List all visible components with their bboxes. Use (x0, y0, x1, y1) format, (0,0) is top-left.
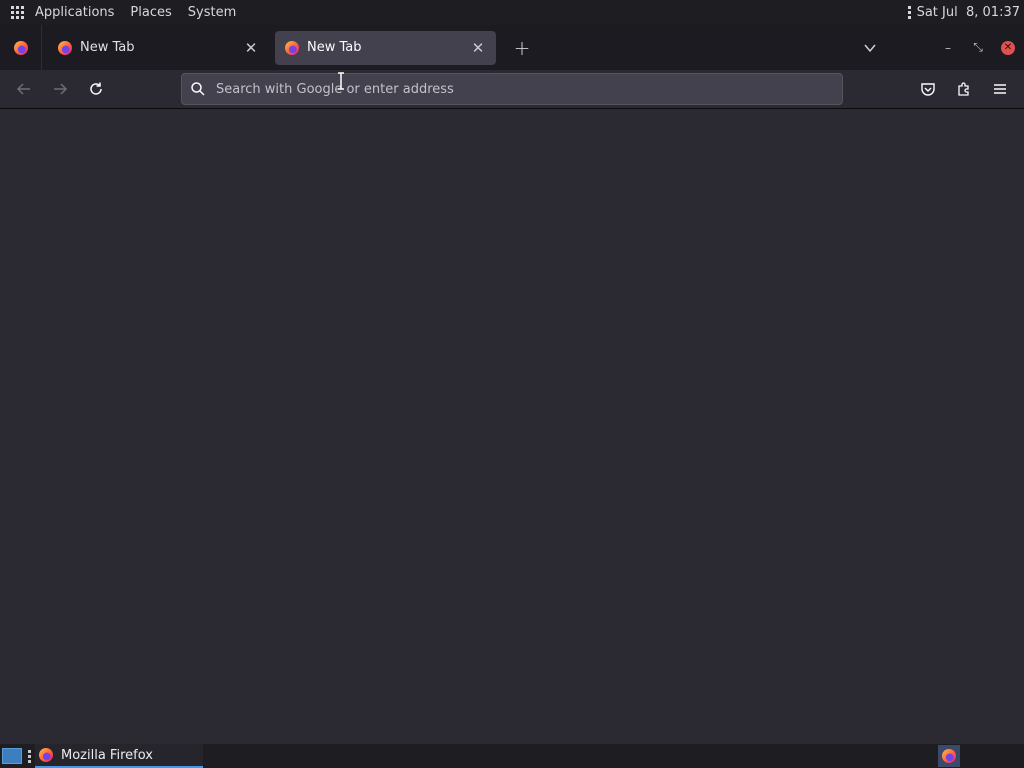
menu-system[interactable]: System (188, 5, 236, 20)
tab-label: New Tab (307, 40, 362, 55)
search-input[interactable] (216, 81, 842, 97)
chevron-down-icon[interactable] (863, 41, 877, 55)
reload-icon[interactable] (78, 74, 114, 104)
tab-strip: New Tab ✕ New Tab ✕ + – ⤡ ✕ (0, 25, 1024, 70)
page-content[interactable] (0, 109, 1024, 744)
system-top-panel: Applications Places System Sat Jul 8, 01… (0, 0, 1024, 25)
tab-label: New Tab (80, 40, 135, 55)
show-desktop-button[interactable] (2, 748, 22, 764)
pocket-icon[interactable] (910, 74, 946, 104)
minimize-icon[interactable]: – (933, 41, 963, 55)
panel-handle-icon (907, 6, 911, 19)
workspace-switcher[interactable] (938, 745, 960, 767)
forward-icon[interactable] (42, 74, 78, 104)
close-icon[interactable]: ✕ (470, 39, 486, 57)
firefox-icon (285, 40, 299, 55)
clock-area[interactable]: Sat Jul 8, 01:37 (907, 5, 1020, 20)
firefox-icon (39, 748, 53, 762)
url-bar[interactable] (181, 73, 843, 105)
restore-icon[interactable]: ⤡ (963, 40, 993, 55)
close-icon[interactable]: ✕ (243, 39, 259, 57)
clock[interactable]: Sat Jul 8, 01:37 (917, 5, 1020, 20)
menu-icon[interactable] (982, 74, 1018, 104)
nav-toolbar (0, 70, 1024, 109)
bottom-taskbar: Mozilla Firefox (0, 744, 1024, 768)
firefox-view-button[interactable] (0, 25, 42, 70)
taskbar-handle-icon (28, 749, 31, 763)
firefox-icon (942, 749, 956, 763)
apps-grid-icon[interactable] (11, 5, 25, 20)
taskbar-window-firefox[interactable]: Mozilla Firefox (35, 744, 203, 768)
tab-new-tab-2[interactable]: New Tab ✕ (275, 30, 496, 65)
firefox-icon (13, 40, 28, 55)
search-icon (191, 82, 205, 96)
menu-places[interactable]: Places (130, 5, 171, 20)
text-cursor-icon (338, 72, 344, 90)
tab-new-tab-1[interactable]: New Tab ✕ (48, 31, 269, 65)
plus-icon[interactable]: + (510, 36, 534, 60)
back-icon[interactable] (6, 74, 42, 104)
extensions-icon[interactable] (946, 74, 982, 104)
taskbar-window-label: Mozilla Firefox (61, 747, 153, 763)
window-close-button[interactable]: ✕ (1001, 40, 1015, 55)
menu-applications[interactable]: Applications (35, 5, 114, 20)
firefox-icon (58, 40, 72, 55)
